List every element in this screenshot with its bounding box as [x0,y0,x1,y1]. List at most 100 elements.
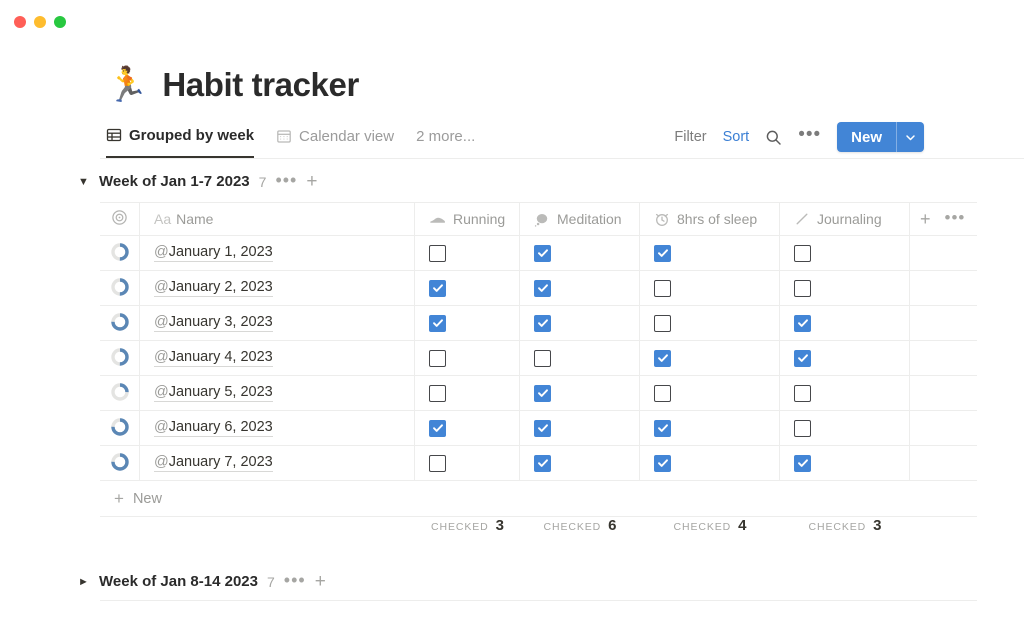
row-name-cell[interactable]: @January 7, 2023 [140,446,415,480]
row-name-cell[interactable]: @January 6, 2023 [140,411,415,445]
checkbox-running[interactable] [429,349,446,367]
cell-sleep[interactable] [640,446,780,480]
group-add-plus-icon[interactable]: + [315,572,326,591]
checkbox-journaling[interactable] [794,349,811,367]
checkbox-running[interactable] [429,279,446,297]
cell-running[interactable] [415,411,520,445]
column-header-running[interactable]: Running [415,203,520,235]
page-emoji-icon[interactable]: 🏃 [106,68,148,102]
group-options-ellipsis-icon[interactable]: ••• [275,171,297,189]
cell-meditation[interactable] [520,376,640,410]
view-options-ellipsis-icon[interactable]: ••• [798,125,821,144]
cell-journaling[interactable] [780,306,910,340]
checkbox-running[interactable] [429,384,446,402]
sort-button[interactable]: Sort [723,129,750,145]
checkbox-meditation[interactable] [534,419,551,437]
cell-running[interactable] [415,306,520,340]
cell-meditation[interactable] [520,446,640,480]
group-collapse-toggle[interactable]: ► [78,576,90,588]
cell-running[interactable] [415,376,520,410]
chevron-down-icon[interactable] [896,122,924,152]
checkbox-running[interactable] [429,419,446,437]
checkbox-sleep[interactable] [654,349,671,367]
cell-journaling[interactable] [780,236,910,270]
row-name-cell[interactable]: @January 5, 2023 [140,376,415,410]
group-collapse-toggle[interactable]: ▼ [78,176,90,188]
table-row[interactable]: @January 1, 2023 [100,236,977,271]
table-row[interactable]: @January 4, 2023 [100,341,977,376]
column-header-name[interactable]: Aa Name [140,203,415,235]
row-name-cell[interactable]: @January 2, 2023 [140,271,415,305]
new-record-row[interactable]: + New [100,481,977,517]
traffic-light-minimize-button[interactable] [34,16,46,28]
checkbox-meditation[interactable] [534,384,551,402]
cell-journaling[interactable] [780,411,910,445]
checkbox-meditation[interactable] [534,349,551,367]
cell-sleep[interactable] [640,306,780,340]
checkbox-sleep[interactable] [654,314,671,332]
summary-sleep[interactable]: Checked 4 [640,517,780,555]
checkbox-running[interactable] [429,454,446,472]
table-row[interactable]: @January 2, 2023 [100,271,977,306]
checkbox-meditation[interactable] [534,454,551,472]
cell-journaling[interactable] [780,271,910,305]
tab-grouped-by-week[interactable]: Grouped by week [106,122,255,158]
group-title[interactable]: Week of Jan 1-7 2023 [99,173,250,190]
traffic-light-maximize-button[interactable] [54,16,66,28]
cell-sleep[interactable] [640,236,780,270]
summary-meditation[interactable]: Checked 6 [520,517,640,555]
cell-journaling[interactable] [780,376,910,410]
new-button[interactable]: New [837,122,924,152]
cell-meditation[interactable] [520,271,640,305]
summary-running[interactable]: Checked 3 [415,517,520,555]
checkbox-sleep[interactable] [654,419,671,437]
filter-button[interactable]: Filter [674,129,706,145]
row-name-cell[interactable]: @January 4, 2023 [140,341,415,375]
cell-meditation[interactable] [520,236,640,270]
summary-journaling[interactable]: Checked 3 [780,517,910,555]
checkbox-running[interactable] [429,244,446,262]
table-row[interactable]: @January 7, 2023 [100,446,977,481]
traffic-light-close-button[interactable] [14,16,26,28]
group-title[interactable]: Week of Jan 8-14 2023 [99,573,258,590]
cell-journaling[interactable] [780,446,910,480]
row-name-link[interactable]: @January 3, 2023 [154,314,273,332]
page-title[interactable]: Habit tracker [162,66,359,104]
column-header-journaling[interactable]: Journaling [780,203,910,235]
checkbox-journaling[interactable] [794,384,811,402]
group-options-ellipsis-icon[interactable]: ••• [284,571,306,589]
row-name-link[interactable]: @January 5, 2023 [154,384,273,402]
cell-running[interactable] [415,271,520,305]
checkbox-sleep[interactable] [654,244,671,262]
checkbox-meditation[interactable] [534,279,551,297]
checkbox-journaling[interactable] [794,244,811,262]
checkbox-journaling[interactable] [794,454,811,472]
add-column-plus-icon[interactable]: + [920,210,931,228]
row-name-link[interactable]: @January 4, 2023 [154,349,273,367]
cell-running[interactable] [415,446,520,480]
tab-calendar-view[interactable]: Calendar view [276,122,394,158]
checkbox-meditation[interactable] [534,244,551,262]
tabs-more-button[interactable]: 2 more... [416,128,475,153]
group-add-plus-icon[interactable]: + [306,172,317,191]
row-name-cell[interactable]: @January 1, 2023 [140,236,415,270]
checkbox-meditation[interactable] [534,314,551,332]
cell-meditation[interactable] [520,341,640,375]
cell-sleep[interactable] [640,341,780,375]
cell-running[interactable] [415,236,520,270]
cell-sleep[interactable] [640,376,780,410]
cell-running[interactable] [415,341,520,375]
row-name-link[interactable]: @January 1, 2023 [154,244,273,262]
column-header-sleep[interactable]: 8hrs of sleep [640,203,780,235]
cell-journaling[interactable] [780,341,910,375]
checkbox-sleep[interactable] [654,454,671,472]
column-options-ellipsis-icon[interactable]: ••• [945,209,966,226]
checkbox-running[interactable] [429,314,446,332]
checkbox-sleep[interactable] [654,279,671,297]
checkbox-journaling[interactable] [794,279,811,297]
table-row[interactable]: @January 5, 2023 [100,376,977,411]
table-row[interactable]: @January 6, 2023 [100,411,977,446]
column-header-meditation[interactable]: Meditation [520,203,640,235]
checkbox-sleep[interactable] [654,384,671,402]
table-row[interactable]: @January 3, 2023 [100,306,977,341]
